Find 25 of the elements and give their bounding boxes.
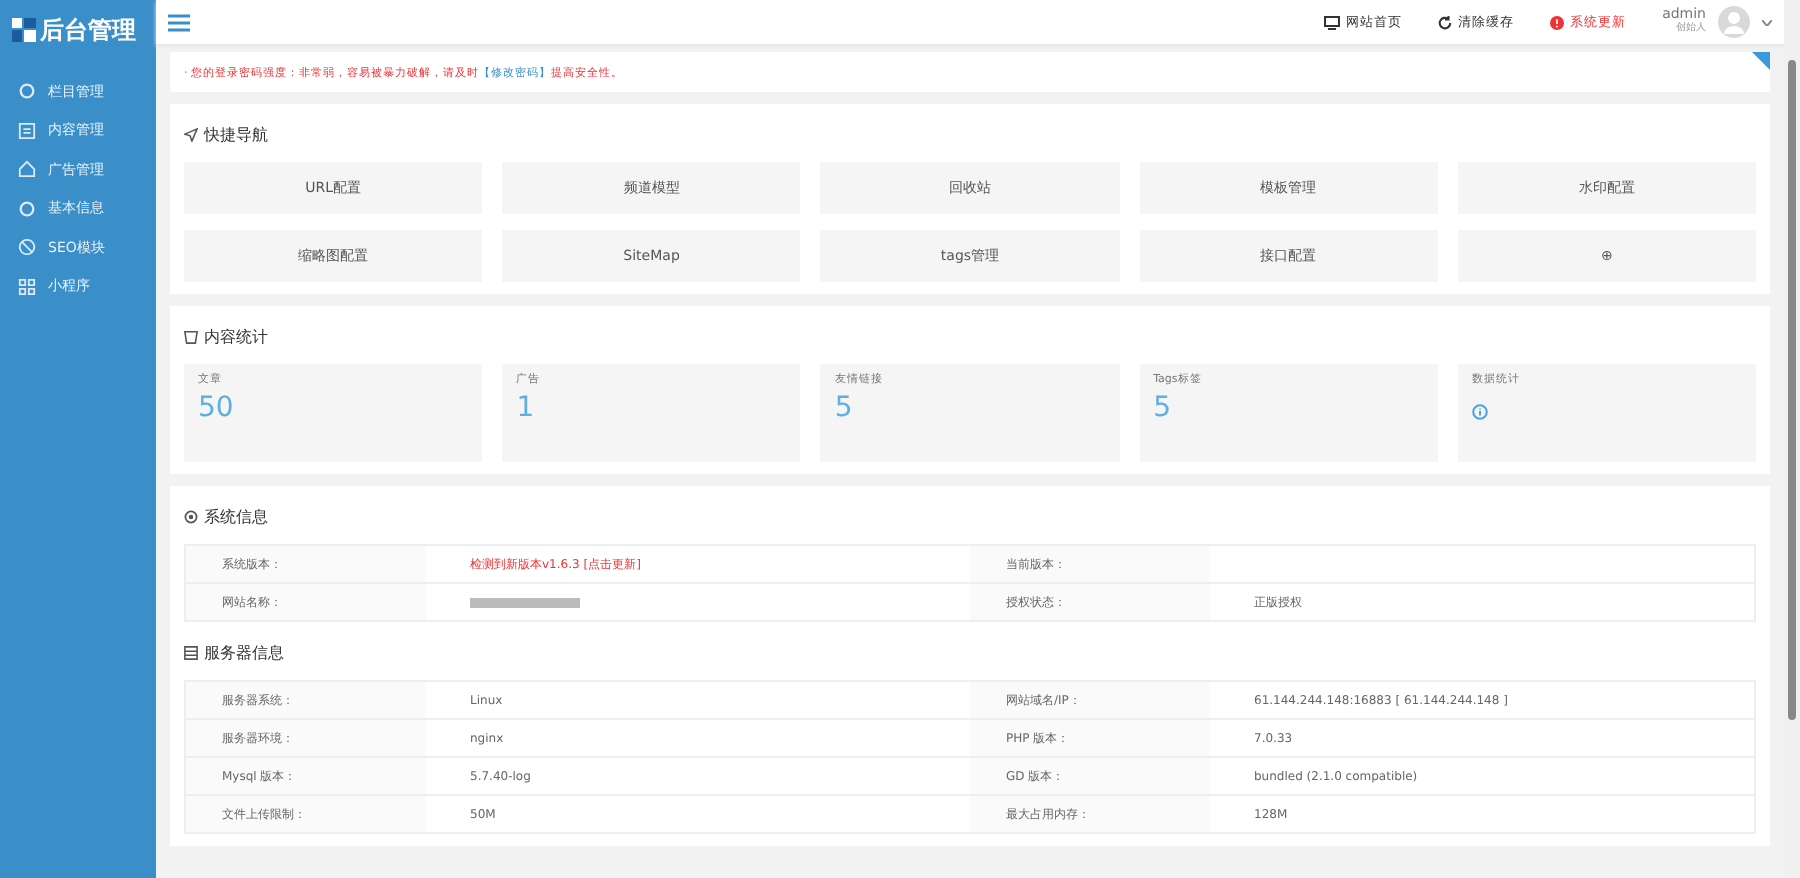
stat-value: 5	[834, 392, 853, 424]
bucket-icon	[184, 330, 198, 344]
caret-icon[interactable]	[1762, 19, 1772, 25]
house-icon	[18, 160, 36, 179]
section-title: 内容统计	[204, 326, 268, 348]
corner-ribbon-icon	[1752, 52, 1770, 70]
stat-value: 5	[1153, 392, 1172, 424]
grid-icon	[18, 277, 36, 296]
stat-value: 1	[516, 392, 535, 424]
stat-value: 50	[198, 392, 234, 424]
send-icon	[184, 128, 198, 142]
section-title: 服务器信息	[204, 642, 284, 664]
section-title: 系统信息	[204, 506, 268, 528]
logo-text: 后台管理	[40, 13, 136, 47]
section-title: 快捷导航	[204, 124, 268, 146]
refresh-icon	[1438, 15, 1453, 29]
monitor-icon	[1324, 15, 1341, 29]
ban-icon	[18, 238, 36, 257]
list-icon	[184, 646, 198, 660]
logo-squares-icon	[12, 18, 36, 42]
info-icon[interactable]	[1471, 404, 1488, 420]
document-icon	[18, 121, 36, 140]
blurred-text-placeholder	[470, 597, 580, 607]
alert-icon	[1550, 15, 1565, 29]
menu-icon[interactable]	[168, 13, 190, 31]
